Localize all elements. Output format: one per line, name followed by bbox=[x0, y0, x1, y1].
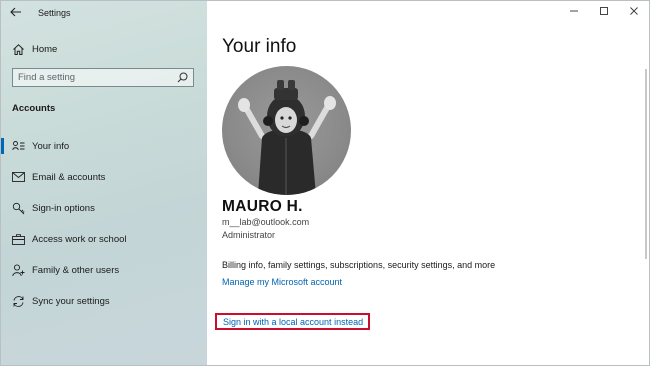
sidebar-item-email-accounts[interactable]: Email & accounts bbox=[1, 166, 207, 188]
search-icon[interactable] bbox=[177, 72, 188, 83]
page-title: Your info bbox=[222, 36, 297, 57]
manage-account-link[interactable]: Manage my Microsoft account bbox=[222, 277, 342, 287]
sidebar-item-family-users[interactable]: Family & other users bbox=[1, 259, 207, 281]
sidebar-item-label: Sign-in options bbox=[32, 202, 95, 214]
local-account-link[interactable]: Sign in with a local account instead bbox=[223, 317, 363, 327]
search-input[interactable] bbox=[18, 70, 168, 85]
sidebar: Settings Home Accounts bbox=[1, 1, 207, 365]
avatar-figure-icon bbox=[238, 80, 336, 195]
settings-window: Settings Home Accounts bbox=[0, 0, 650, 366]
person-card-icon bbox=[11, 139, 25, 153]
sidebar-item-label: Your info bbox=[32, 140, 70, 152]
sidebar-item-label: Family & other users bbox=[32, 264, 120, 276]
sync-icon bbox=[11, 294, 25, 308]
envelope-icon bbox=[11, 170, 25, 184]
briefcase-icon bbox=[11, 232, 25, 246]
maximize-icon bbox=[600, 7, 608, 15]
sidebar-item-sync-settings[interactable]: Sync your settings bbox=[1, 290, 207, 312]
sidebar-item-your-info[interactable]: Your info bbox=[1, 135, 207, 157]
sidebar-item-sign-in-options[interactable]: Sign-in options bbox=[1, 197, 207, 219]
sidebar-item-home[interactable]: Home bbox=[1, 38, 207, 60]
main-content: Your info MAURO H. m__lab@outlook.com Ad… bbox=[207, 1, 649, 365]
highlight-box: Sign in with a local account instead bbox=[215, 313, 370, 330]
key-icon bbox=[11, 201, 25, 215]
sidebar-item-label: Sync your settings bbox=[32, 295, 110, 307]
close-button[interactable] bbox=[619, 1, 649, 21]
minimize-button[interactable] bbox=[559, 1, 589, 21]
app-title: Settings bbox=[38, 8, 71, 18]
section-label-accounts: Accounts bbox=[12, 103, 56, 114]
billing-description: Billing info, family settings, subscript… bbox=[222, 260, 496, 270]
sidebar-item-label: Email & accounts bbox=[32, 171, 106, 183]
avatar bbox=[222, 66, 351, 195]
window-controls bbox=[559, 1, 649, 23]
user-role: Administrator bbox=[222, 230, 276, 240]
user-email: m__lab@outlook.com bbox=[222, 217, 310, 227]
minimize-icon bbox=[570, 10, 578, 12]
maximize-button[interactable] bbox=[589, 1, 619, 21]
scrollbar[interactable] bbox=[645, 69, 647, 259]
person-add-icon bbox=[11, 263, 25, 277]
sidebar-item-access-work[interactable]: Access work or school bbox=[1, 228, 207, 250]
home-icon bbox=[11, 42, 25, 56]
close-icon bbox=[630, 7, 638, 15]
back-arrow-icon bbox=[10, 7, 21, 17]
back-button[interactable] bbox=[7, 4, 25, 20]
search-box[interactable] bbox=[12, 68, 194, 87]
titlebar-left: Settings bbox=[1, 1, 207, 27]
user-name: MAURO H. bbox=[222, 198, 303, 215]
sidebar-item-label: Home bbox=[32, 43, 58, 55]
sidebar-item-label: Access work or school bbox=[32, 233, 127, 245]
